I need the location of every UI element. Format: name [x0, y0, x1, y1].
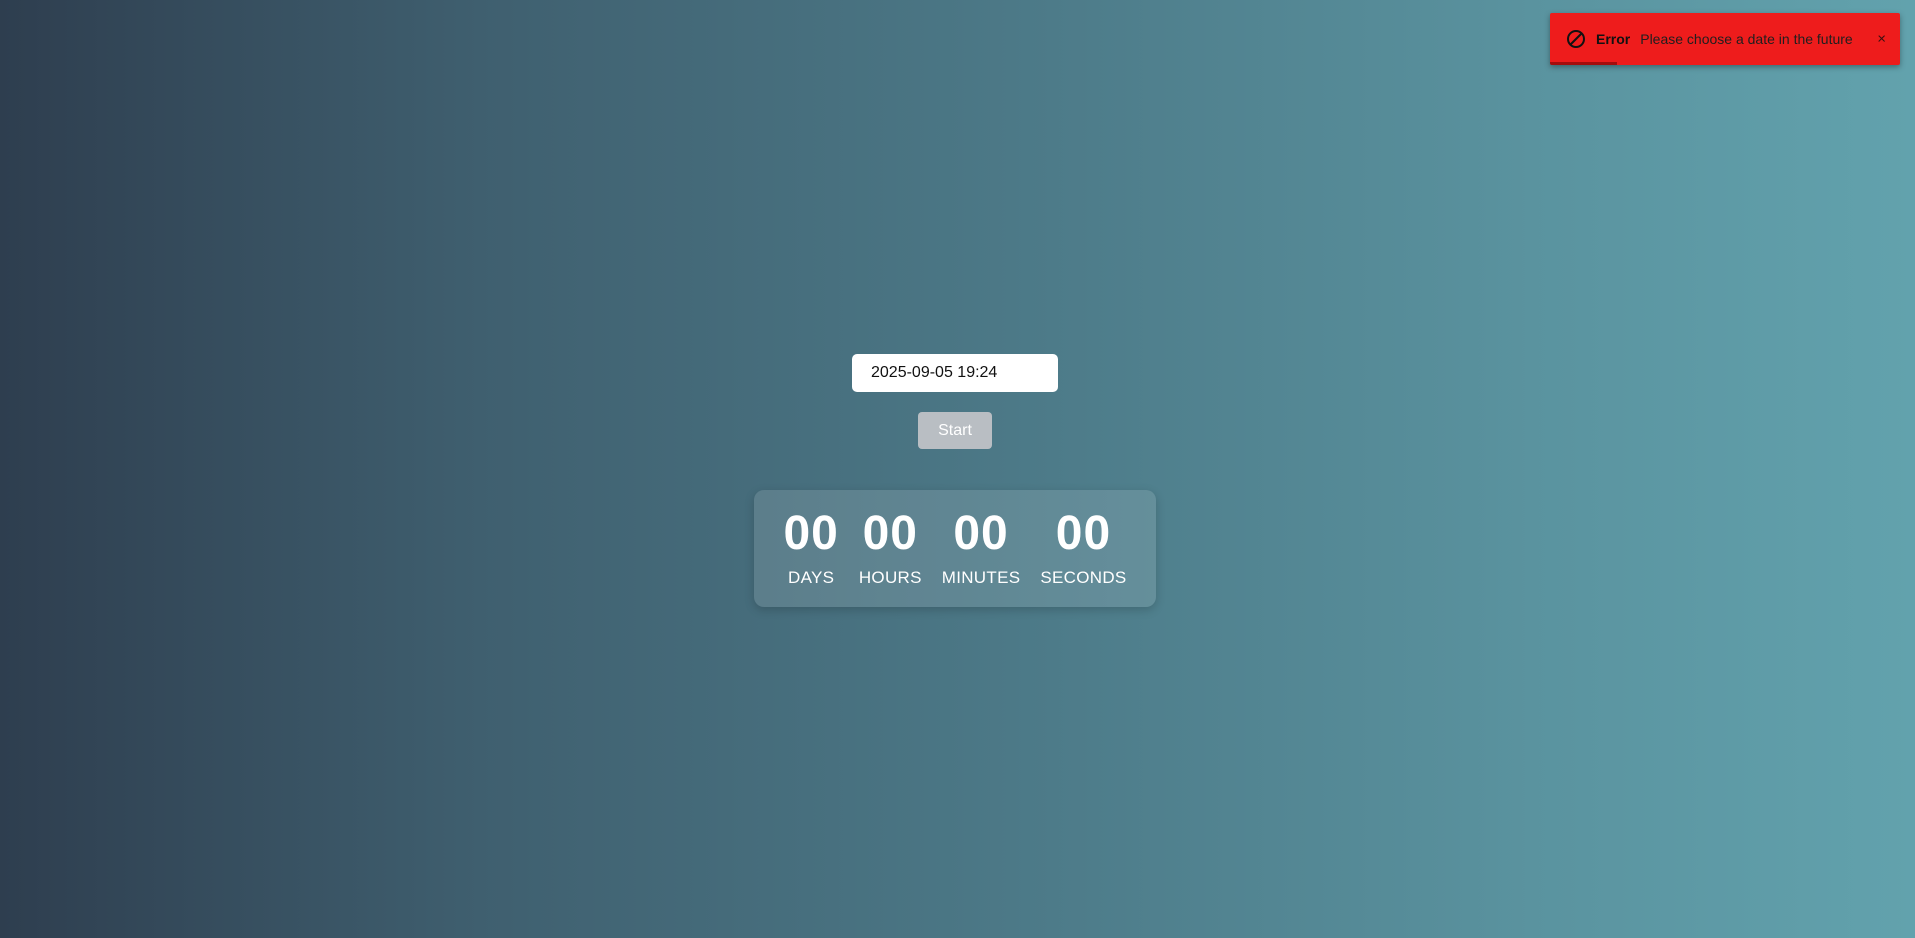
seconds-label: SECONDS [1040, 568, 1127, 587]
blocked-icon [1566, 29, 1586, 49]
toast-title: Error [1596, 31, 1631, 47]
minutes-unit: 00 MINUTES [942, 510, 1021, 588]
hours-value: 00 [862, 507, 918, 560]
days-value: 00 [783, 507, 839, 560]
date-input[interactable] [852, 354, 1058, 392]
start-button[interactable]: Start [918, 412, 992, 449]
days-unit: 00 DAYS [783, 510, 838, 588]
seconds-value: 00 [1055, 507, 1112, 560]
toast-message: Please choose a date in the future [1640, 31, 1853, 47]
close-icon[interactable]: × [1877, 32, 1886, 47]
countdown-timer: 00 DAYS 00 HOURS 00 MINUTES 00 SECONDS [754, 490, 1156, 607]
seconds-unit: 00 SECONDS [1040, 510, 1126, 588]
hours-unit: 00 HOURS [859, 510, 922, 588]
hours-label: HOURS [858, 568, 922, 587]
days-label: DAYS [788, 568, 835, 587]
minutes-label: MINUTES [941, 568, 1021, 587]
error-toast: Error Please choose a date in the future… [1550, 13, 1900, 65]
minutes-value: 00 [953, 507, 1009, 560]
toast-progress-bar [1550, 62, 1617, 65]
